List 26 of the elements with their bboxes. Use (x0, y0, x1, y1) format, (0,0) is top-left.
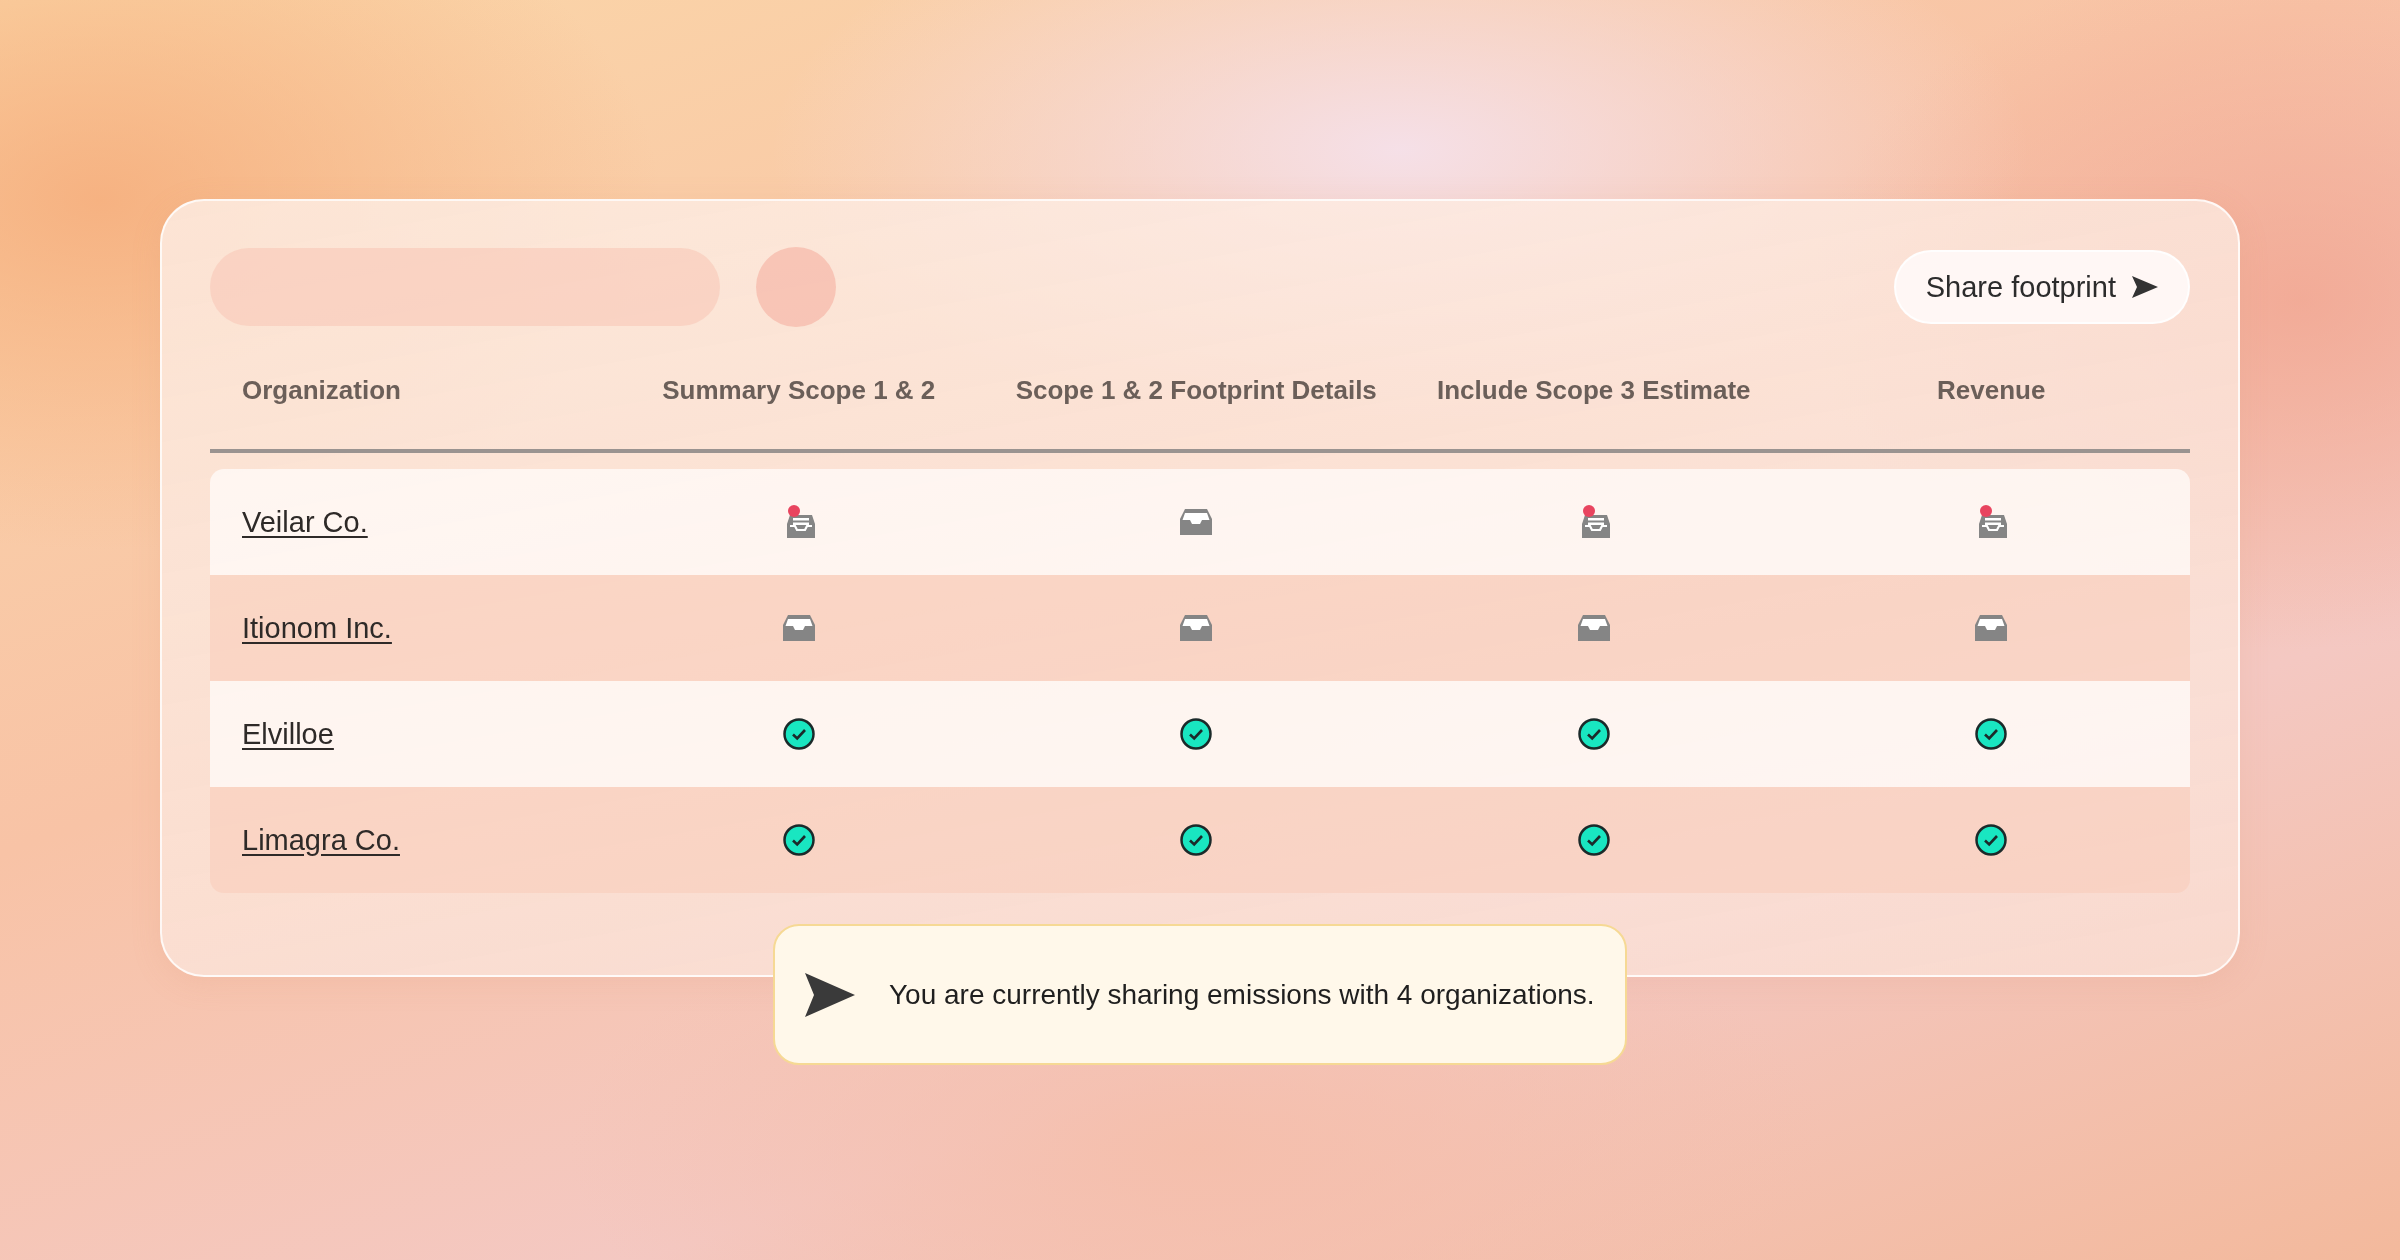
organization-link[interactable]: Elvilloe (242, 717, 334, 750)
check-circle-icon[interactable] (1975, 824, 2008, 856)
share-footprint-button[interactable]: Share footprint (1893, 250, 2190, 324)
inbox-icon[interactable] (1180, 509, 1213, 535)
inbox-icon[interactable] (1180, 615, 1213, 641)
send-icon (2132, 276, 2158, 298)
inbox-icon[interactable] (1577, 615, 1610, 641)
send-icon (805, 972, 855, 1017)
check-circle-icon[interactable] (1975, 718, 2008, 750)
column-header: Scope 1 & 2 Footprint Details (1015, 374, 1377, 406)
organization-link[interactable]: Limagra Co. (242, 823, 400, 856)
check-circle-icon[interactable] (782, 718, 815, 750)
column-header: Revenue (1937, 374, 2046, 406)
check-circle-icon[interactable] (1577, 718, 1610, 750)
inbox-icon[interactable] (782, 615, 815, 641)
check-circle-icon[interactable] (1577, 824, 1610, 856)
check-circle-icon[interactable] (1180, 718, 1213, 750)
sharing-notice-text: You are currently sharing emissions with 4 organizations. (889, 978, 1595, 1011)
column-header: Organization (241, 374, 401, 406)
inbox-icon[interactable] (1975, 615, 2008, 641)
column-header: Summary Scope 1 & 2 (662, 374, 936, 406)
check-circle-icon[interactable] (782, 824, 815, 856)
column-header: Include Scope 3 Estimate (1436, 374, 1751, 406)
organization-link[interactable]: Veilar Co. (242, 505, 368, 538)
organization-link[interactable]: Itionom Inc. (242, 611, 392, 644)
check-circle-icon[interactable] (1180, 824, 1213, 856)
